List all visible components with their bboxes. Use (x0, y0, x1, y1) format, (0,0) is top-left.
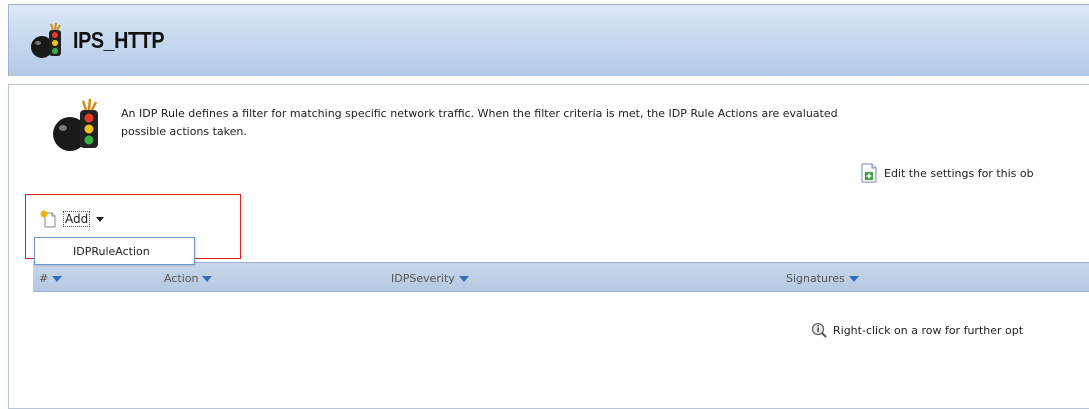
column-header-signatures[interactable]: Signatures (786, 272, 859, 285)
menu-item-idpruleaction[interactable]: IDPRuleAction (73, 245, 150, 258)
description-line-2: possible actions taken. (121, 125, 247, 138)
grid-header: # Action IDPSeverity Signatures (33, 262, 1089, 292)
sort-arrow-icon[interactable] (202, 275, 213, 282)
sort-arrow-icon[interactable] (52, 275, 63, 282)
edit-settings-label: Edit the settings for this ob (884, 166, 1034, 180)
traffic-light-bomb-icon (53, 98, 98, 151)
column-header-action[interactable]: Action (164, 272, 213, 285)
edit-settings-link[interactable]: Edit the settings for this ob (860, 162, 1034, 184)
page-title: IPS_HTTP (73, 27, 165, 53)
grid-hint-text: Right-click on a row for further opt (833, 323, 1024, 337)
add-dropdown-menu: IDPRuleAction (34, 237, 195, 265)
info-magnifier-icon (811, 322, 827, 338)
edit-add-icon (861, 163, 877, 183)
traffic-light-bomb-icon (31, 22, 61, 58)
description-text: An IDP Rule defines a filter for matchin… (121, 105, 1089, 141)
add-button[interactable]: Add (40, 209, 105, 229)
add-button-label: Add (63, 211, 91, 227)
grid-hint: Right-click on a row for further opt (811, 322, 1023, 338)
sort-arrow-icon[interactable] (458, 275, 469, 282)
title-bar: IPS_HTTP (8, 4, 1089, 76)
column-header-number[interactable]: # (39, 272, 63, 285)
column-header-idpseverity[interactable]: IDPSeverity (391, 272, 469, 285)
chevron-down-icon[interactable] (96, 216, 105, 222)
new-document-icon (40, 210, 56, 228)
sort-arrow-icon[interactable] (848, 275, 859, 282)
description-line-1: An IDP Rule defines a filter for matchin… (121, 107, 838, 120)
